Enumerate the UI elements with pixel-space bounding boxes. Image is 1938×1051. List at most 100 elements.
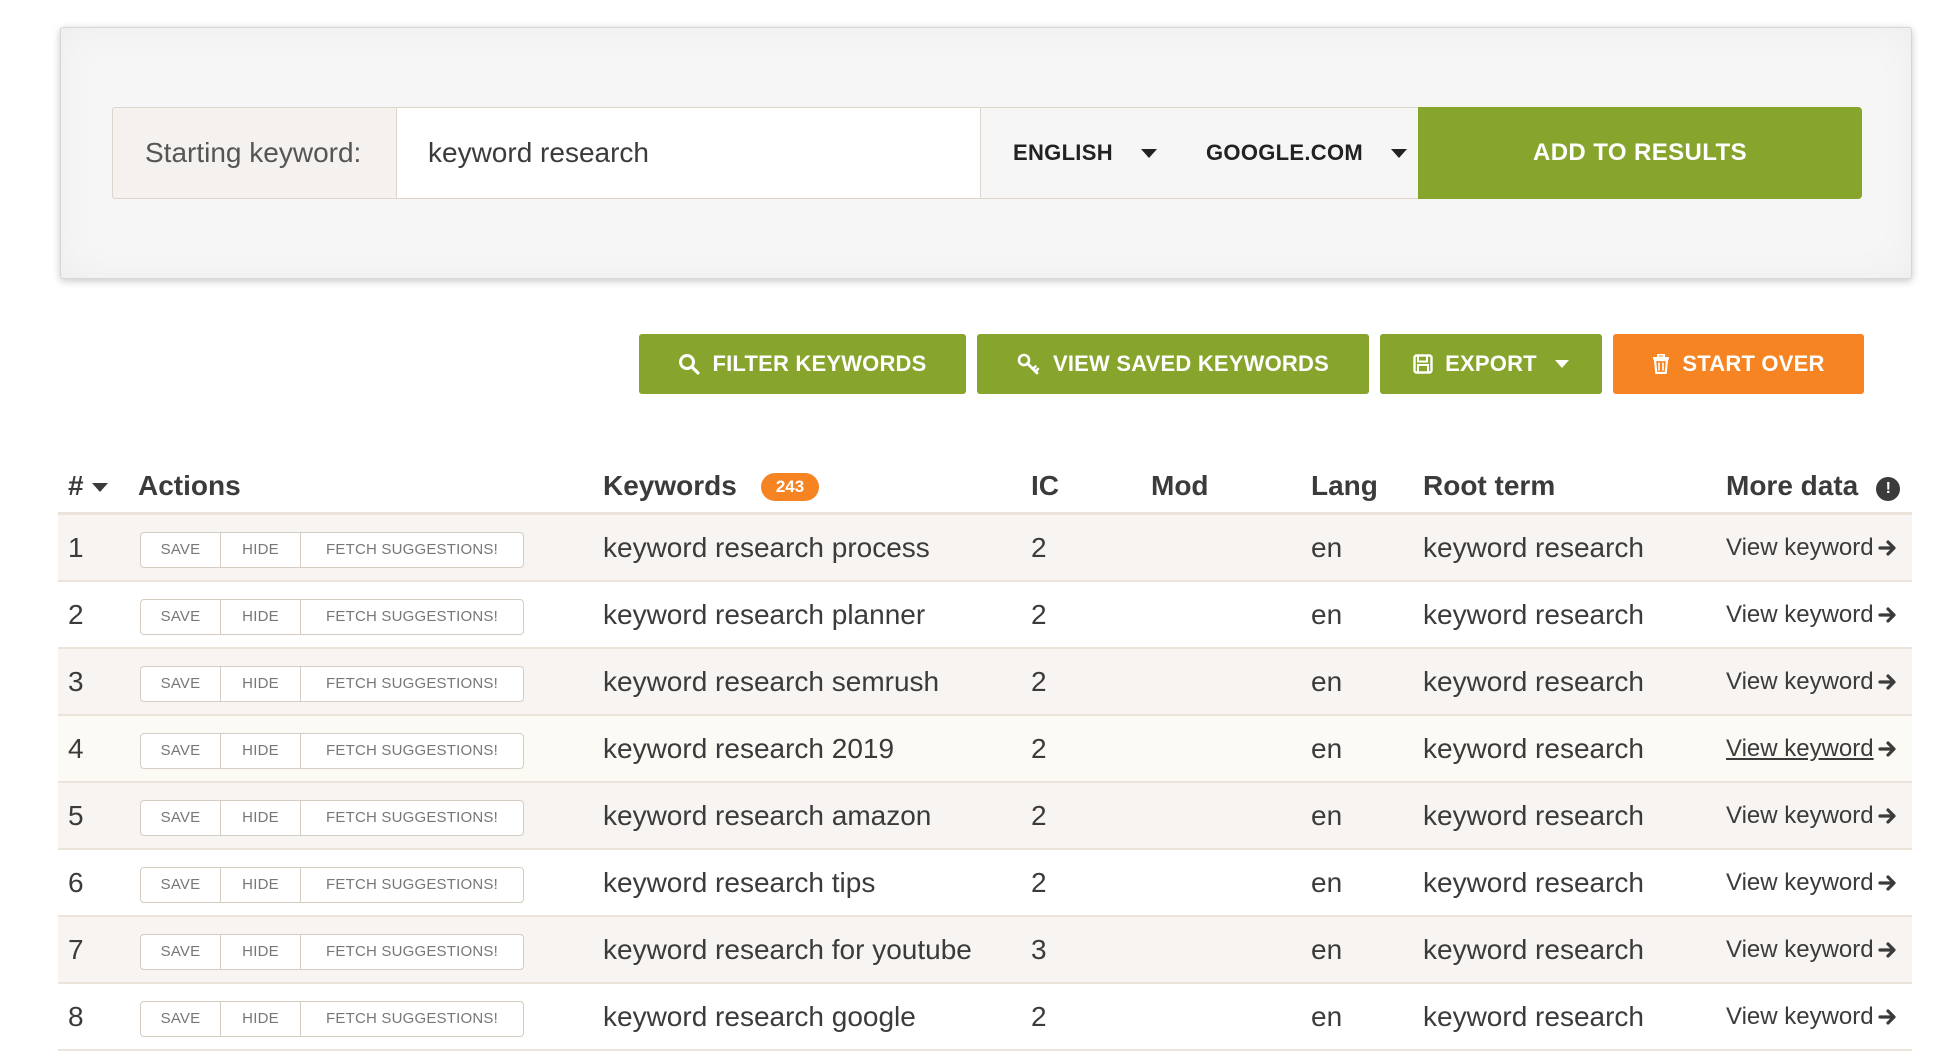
table-row: 6 SAVE HIDE FETCH SUGGESTIONS! keyword r… [58,850,1912,917]
ic-cell: 2 [1031,732,1047,764]
save-keyword-button[interactable]: SAVE [141,733,221,768]
row-actions: SAVE HIDE FETCH SUGGESTIONS! [140,582,524,647]
row-number: 4 [68,732,84,764]
column-header-more-data-label: More data [1726,470,1859,501]
hide-keyword-button[interactable]: HIDE [221,599,301,634]
row-actions: SAVE HIDE FETCH SUGGESTIONS! [140,917,524,982]
filter-keywords-button[interactable]: FILTER KEYWORDS [639,334,966,394]
root-term-cell: keyword research [1423,866,1644,898]
view-keyword-link[interactable]: View keyword [1726,601,1898,629]
row-number: 5 [68,799,84,831]
lang-cell: en [1311,531,1343,563]
fetch-suggestions-button[interactable]: FETCH SUGGESTIONS! [301,868,523,902]
root-term-cell: keyword research [1423,598,1644,630]
fetch-suggestions-button[interactable]: FETCH SUGGESTIONS! [301,734,523,768]
search-engine-select[interactable]: GOOGLE.COM [1174,107,1418,199]
keyword-search-panel: Starting keyword: ENGLISH GOOGLE.COM ADD… [60,27,1912,279]
save-keyword-button[interactable]: SAVE [141,800,221,835]
lang-cell: en [1311,1000,1343,1032]
hide-keyword-button[interactable]: HIDE [221,1001,301,1036]
more-data-cell: View keyword [1726,917,1898,982]
row-number: 6 [68,866,84,898]
search-row: Starting keyword: ENGLISH GOOGLE.COM ADD… [112,107,1865,199]
lang-cell: en [1311,665,1343,697]
results-toolbar: FILTER KEYWORDS VIEW SAVED KEYWORDS EXPO… [0,334,1938,394]
row-action-group: SAVE HIDE FETCH SUGGESTIONS! [140,598,524,635]
sort-desc-icon [91,483,108,493]
row-actions: SAVE HIDE FETCH SUGGESTIONS! [140,716,524,781]
keyword-cell: keyword research process [603,531,930,563]
table-row: 7 SAVE HIDE FETCH SUGGESTIONS! keyword r… [58,917,1912,984]
view-keyword-link[interactable]: View keyword [1726,802,1898,830]
add-to-results-button[interactable]: ADD TO RESULTS [1418,107,1862,199]
table-body: 1 SAVE HIDE FETCH SUGGESTIONS! keyword r… [58,515,1912,1051]
view-keyword-link[interactable]: View keyword [1726,735,1898,763]
view-keyword-label: View keyword [1726,600,1874,628]
table-row: 8 SAVE HIDE FETCH SUGGESTIONS! keyword r… [58,984,1912,1051]
view-keyword-link[interactable]: View keyword [1726,668,1898,696]
column-header-number[interactable]: # [68,470,108,502]
root-term-cell: keyword research [1423,799,1644,831]
ic-cell: 2 [1031,598,1047,630]
row-number: 3 [68,665,84,697]
column-header-lang[interactable]: Lang [1311,470,1378,502]
view-keyword-link[interactable]: View keyword [1726,936,1898,964]
arrow-right-icon [1878,673,1896,690]
save-keyword-button[interactable]: SAVE [141,599,221,634]
row-action-group: SAVE HIDE FETCH SUGGESTIONS! [140,1000,524,1037]
view-keyword-link[interactable]: View keyword [1726,869,1898,897]
hide-keyword-button[interactable]: HIDE [221,666,301,701]
row-number: 2 [68,598,84,630]
language-select[interactable]: ENGLISH [981,107,1174,199]
arrow-right-icon [1878,874,1896,891]
save-keyword-button[interactable]: SAVE [141,934,221,969]
save-keyword-button[interactable]: SAVE [141,867,221,902]
export-dropdown-button[interactable]: EXPORT [1380,334,1602,394]
keyword-count-badge: 243 [760,473,820,501]
column-header-number-label: # [68,470,84,501]
save-keyword-button[interactable]: SAVE [141,666,221,701]
root-term-cell: keyword research [1423,1000,1644,1032]
column-header-actions: Actions [138,470,241,501]
more-data-cell: View keyword [1726,783,1898,848]
hide-keyword-button[interactable]: HIDE [221,867,301,902]
view-keyword-label: View keyword [1726,734,1874,762]
ic-cell: 2 [1031,1000,1047,1032]
row-number: 1 [68,531,84,563]
fetch-suggestions-button[interactable]: FETCH SUGGESTIONS! [301,935,523,969]
save-keyword-button[interactable]: SAVE [141,532,221,567]
save-keyword-button[interactable]: SAVE [141,1001,221,1036]
chevron-down-icon [1554,360,1569,368]
fetch-suggestions-button[interactable]: FETCH SUGGESTIONS! [301,533,523,567]
fetch-suggestions-button[interactable]: FETCH SUGGESTIONS! [301,1002,523,1036]
row-number: 8 [68,1000,84,1032]
table-header: # Actions Keywords 243 IC Mod Lang Root t… [58,455,1912,515]
ic-cell: 2 [1031,799,1047,831]
view-keyword-link[interactable]: View keyword [1726,534,1898,562]
column-header-root-term[interactable]: Root term [1423,470,1555,502]
view-keyword-link[interactable]: View keyword [1726,1003,1898,1031]
keyword-cell: keyword research google [603,1000,916,1032]
view-keyword-label: View keyword [1726,868,1874,896]
column-header-mod[interactable]: Mod [1151,470,1209,502]
column-header-keywords[interactable]: Keywords 243 [603,470,820,502]
info-icon[interactable]: ! [1876,477,1901,501]
fetch-suggestions-button[interactable]: FETCH SUGGESTIONS! [301,667,523,701]
start-over-label: START OVER [1682,351,1825,376]
hide-keyword-button[interactable]: HIDE [221,532,301,567]
root-term-cell: keyword research [1423,531,1644,563]
column-header-ic[interactable]: IC [1031,470,1059,502]
start-over-button[interactable]: START OVER [1613,334,1864,394]
fetch-suggestions-button[interactable]: FETCH SUGGESTIONS! [301,801,523,835]
hide-keyword-button[interactable]: HIDE [221,733,301,768]
ic-cell: 2 [1031,665,1047,697]
ic-cell: 3 [1031,933,1047,965]
fetch-suggestions-button[interactable]: FETCH SUGGESTIONS! [301,600,523,634]
search-engine-select-value: GOOGLE.COM [1206,140,1363,165]
ic-cell: 2 [1031,866,1047,898]
starting-keyword-input[interactable] [396,107,981,199]
hide-keyword-button[interactable]: HIDE [221,934,301,969]
view-saved-keywords-button[interactable]: VIEW SAVED KEYWORDS [977,334,1369,394]
more-data-cell: View keyword [1726,649,1898,714]
hide-keyword-button[interactable]: HIDE [221,800,301,835]
